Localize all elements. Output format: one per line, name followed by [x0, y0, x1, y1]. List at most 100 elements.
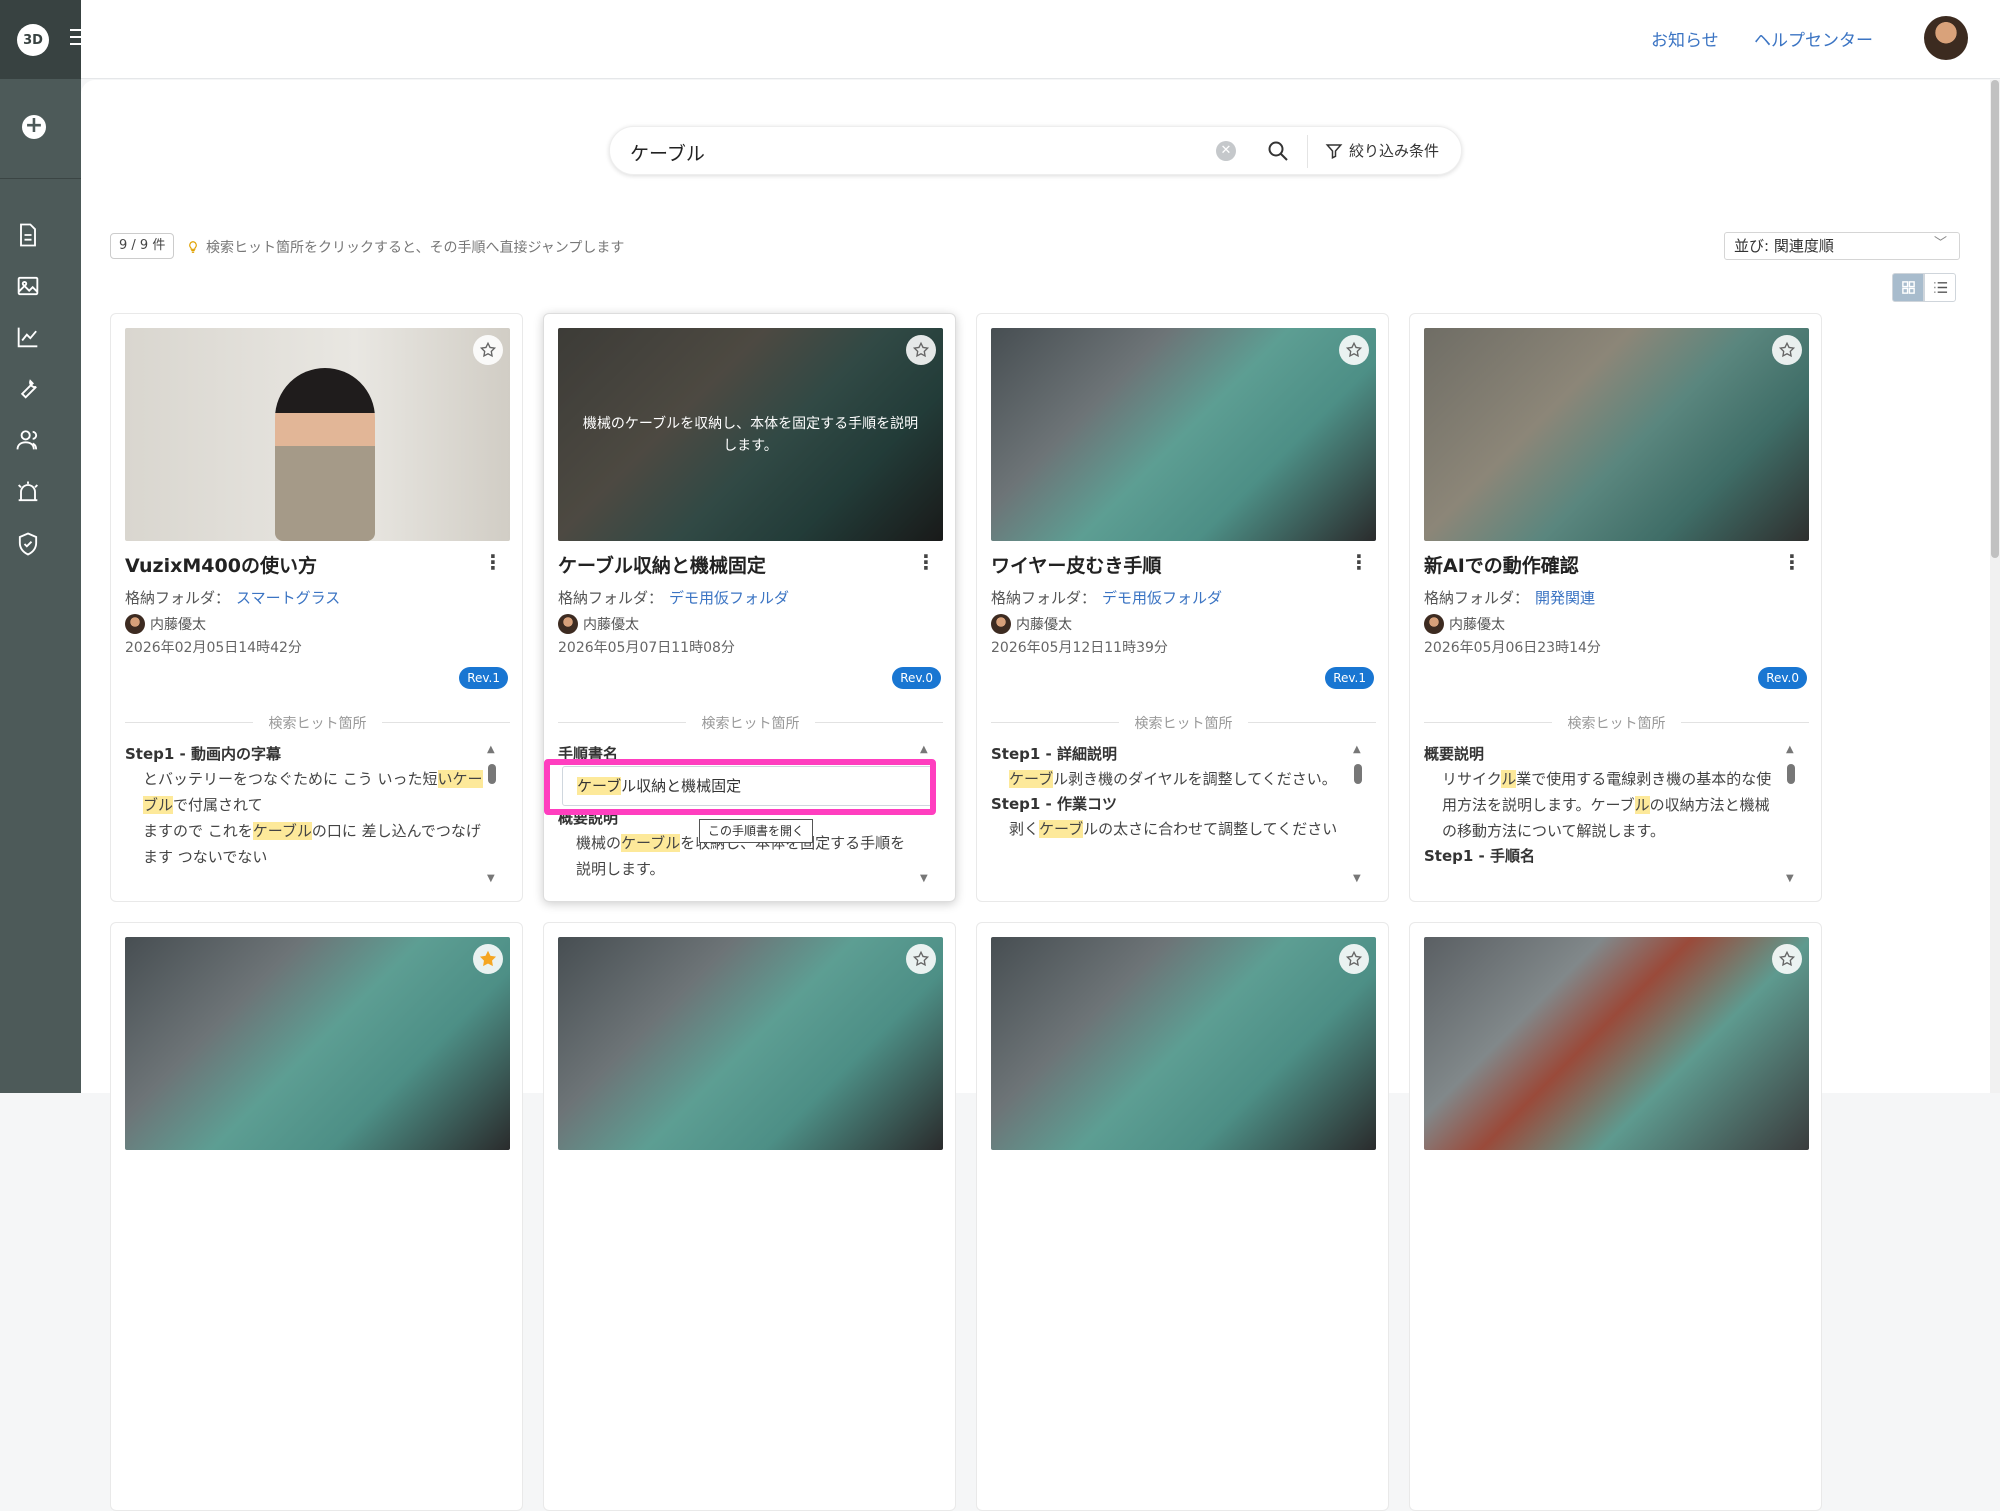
star-icon[interactable] — [1772, 944, 1802, 974]
search-icon[interactable] — [1266, 139, 1290, 163]
card-title[interactable]: 新AIでの動作確認 — [1424, 551, 1579, 578]
manual-card[interactable] — [110, 922, 523, 1511]
author-avatar — [125, 614, 145, 634]
folder-link[interactable]: デモ用仮フォルダ — [669, 589, 789, 607]
list-view-button[interactable] — [1924, 273, 1956, 302]
card-folder: 格納フォルダ： 開発関連 — [1424, 589, 1596, 607]
hit-scrollbar[interactable]: ▲ ▼ — [1353, 744, 1363, 884]
more-options-icon[interactable]: ⋮ — [1782, 550, 1802, 574]
folder-link[interactable]: スマートグラス — [236, 589, 340, 607]
folder-link[interactable]: デモ用仮フォルダ — [1102, 589, 1222, 607]
search-divider — [1307, 135, 1308, 168]
author-avatar — [558, 614, 578, 634]
card-thumbnail[interactable] — [1424, 937, 1809, 1150]
hit-text[interactable]: 剥くケーブルの太さに合わせて調整してください — [991, 816, 1351, 842]
star-icon[interactable] — [1339, 944, 1369, 974]
star-filled-icon[interactable] — [473, 944, 503, 974]
manual-card[interactable]: 機械のケーブルを収納し、本体を固定する手順を説明します。 ケーブル収納と機械固定… — [543, 313, 956, 902]
sidebar-divider — [0, 178, 81, 179]
card-thumbnail[interactable] — [991, 937, 1376, 1150]
image-icon[interactable] — [14, 272, 42, 300]
hits-label: 検索ヒット箇所 — [1424, 713, 1809, 733]
notice-link[interactable]: お知らせ — [1651, 26, 1719, 51]
star-icon[interactable] — [906, 944, 936, 974]
search-hint-text: 検索ヒット箇所をクリックすると、その手順へ直接ジャンプします — [206, 240, 625, 256]
hit-list: Step1 - 動画内の字幕 とバッテリーをつなぐために こう いった短いケーブ… — [125, 742, 485, 890]
hit-scrollbar[interactable]: ▲ ▼ — [1786, 744, 1796, 884]
card-thumbnail[interactable]: 機械のケーブルを収納し、本体を固定する手順を説明します。 — [558, 328, 943, 541]
hits-label: 検索ヒット箇所 — [558, 713, 943, 733]
card-thumbnail[interactable] — [1424, 328, 1809, 541]
hit-text[interactable]: とバッテリーをつなぐために こう いった短いケーブルで付属されて — [125, 766, 485, 818]
card-title[interactable]: VuzixM400の使い方 — [125, 551, 317, 578]
sidebar: 3D + — [0, 0, 81, 1093]
plus-icon[interactable]: + — [22, 115, 46, 139]
card-thumbnail[interactable] — [125, 328, 510, 541]
users-icon[interactable] — [14, 426, 42, 454]
search-hint: 検索ヒット箇所をクリックすると、その手順へ直接ジャンプします — [186, 237, 624, 257]
filter-button[interactable]: 絞り込み条件 — [1325, 140, 1439, 161]
star-icon[interactable] — [1339, 335, 1369, 365]
card-author: 内藤優太 — [558, 614, 639, 634]
wrench-icon[interactable] — [14, 374, 42, 402]
card-thumbnail[interactable] — [558, 937, 943, 1150]
card-title[interactable]: ケーブル収納と機械固定 — [558, 551, 766, 578]
document-icon[interactable] — [14, 221, 42, 249]
hit-scrollbar[interactable]: ▲ ▼ — [487, 744, 497, 884]
search-bar[interactable]: ケーブル ✕ 絞り込み条件 — [609, 126, 1462, 175]
manual-card[interactable]: ワイヤー皮むき手順 ⋮ 格納フォルダ： デモ用仮フォルダ 内藤優太 2026年05… — [976, 313, 1389, 902]
page-scrollbar[interactable] — [1990, 80, 2000, 1093]
more-options-icon[interactable]: ⋮ — [916, 550, 936, 574]
hit-text[interactable]: リサイクル業で使用する電線剥き機の基本的な使用方法を説明します。ケーブルの収納方… — [1424, 766, 1784, 844]
grid-view-button[interactable] — [1892, 273, 1924, 302]
manual-card[interactable] — [976, 922, 1389, 1511]
search-input[interactable]: ケーブル — [630, 139, 705, 166]
more-options-icon[interactable]: ⋮ — [483, 550, 503, 574]
sort-select[interactable]: 並び: 関連度順 ﹀ — [1724, 232, 1960, 260]
hit-heading[interactable]: Step1 - 作業コツ — [991, 792, 1351, 816]
chevron-down-icon: ﹀ — [1933, 236, 1947, 251]
card-date: 2026年05月12日11時39分 — [991, 640, 1168, 656]
hit-heading[interactable]: 概要説明 — [1424, 742, 1784, 766]
card-folder: 格納フォルダ： スマートグラス — [125, 589, 341, 607]
help-center-link[interactable]: ヘルプセンター — [1754, 26, 1873, 51]
manual-card[interactable]: VuzixM400の使い方 ⋮ 格納フォルダ： スマートグラス 内藤優太 2026… — [110, 313, 523, 902]
card-folder: 格納フォルダ： デモ用仮フォルダ — [558, 589, 790, 607]
sort-label: 並び: 関連度順 — [1734, 237, 1834, 255]
revision-badge: Rev.0 — [1758, 667, 1807, 689]
folder-link[interactable]: 開発関連 — [1535, 589, 1595, 607]
card-date: 2026年05月06日23時14分 — [1424, 640, 1601, 656]
card-author: 内藤優太 — [991, 614, 1072, 634]
manual-card[interactable]: 新AIでの動作確認 ⋮ 格納フォルダ： 開発関連 内藤優太 2026年05月06日… — [1409, 313, 1822, 902]
hit-heading[interactable]: Step1 - 動画内の字幕 — [125, 742, 485, 766]
manual-card[interactable] — [543, 922, 956, 1511]
thumbnail-person — [275, 368, 375, 541]
star-icon[interactable] — [1772, 335, 1802, 365]
hit-list: 概要説明 リサイクル業で使用する電線剥き機の基本的な使用方法を説明します。ケーブ… — [1424, 742, 1784, 890]
app-logo: 3D — [17, 24, 49, 56]
lightbulb-icon — [189, 241, 197, 253]
card-folder: 格納フォルダ： デモ用仮フォルダ — [991, 589, 1223, 607]
hit-heading[interactable]: Step1 - 手順名 — [1424, 844, 1784, 868]
alarm-icon[interactable] — [14, 478, 42, 506]
card-title[interactable]: ワイヤー皮むき手順 — [991, 551, 1161, 578]
top-header: お知らせ ヘルプセンター — [81, 0, 2000, 79]
star-icon[interactable] — [906, 335, 936, 365]
card-author: 内藤優太 — [125, 614, 206, 634]
chart-icon[interactable] — [14, 323, 42, 351]
manual-card[interactable] — [1409, 922, 1822, 1511]
hit-text[interactable]: ますので これをケーブルの口に 差し込んでつなげます つないでない — [125, 818, 485, 870]
card-thumbnail[interactable] — [991, 328, 1376, 541]
clear-icon[interactable]: ✕ — [1216, 141, 1236, 161]
more-options-icon[interactable]: ⋮ — [1349, 550, 1369, 574]
hit-text[interactable]: ケーブル剥き機のダイヤルを調整してください。 — [991, 766, 1351, 792]
hit-list: Step1 - 詳細説明 ケーブル剥き機のダイヤルを調整してください。 Step… — [991, 742, 1351, 890]
hits-label: 検索ヒット箇所 — [125, 713, 510, 733]
shield-check-icon[interactable] — [14, 530, 42, 558]
hit-heading[interactable]: Step1 - 詳細説明 — [991, 742, 1351, 766]
star-icon[interactable] — [473, 335, 503, 365]
user-avatar[interactable] — [1924, 16, 1968, 60]
grid-icon — [1901, 281, 1915, 294]
open-manual-tooltip: この手順書を開く — [699, 819, 814, 843]
card-thumbnail[interactable] — [125, 937, 510, 1150]
